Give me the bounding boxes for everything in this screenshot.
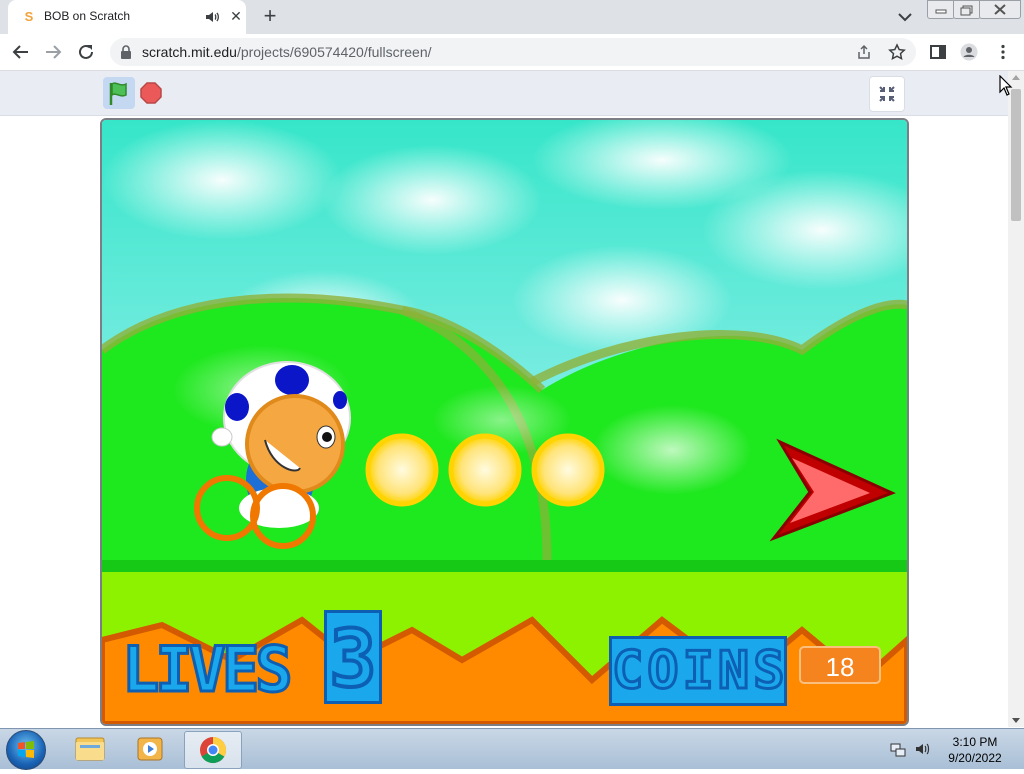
file-explorer-taskbar-button[interactable] — [62, 731, 118, 767]
chevron-down-icon[interactable] — [896, 9, 914, 25]
close-tab-icon[interactable]: ✕ — [228, 8, 244, 24]
coin — [448, 433, 522, 507]
folder-icon — [75, 737, 105, 761]
browser-tab[interactable]: S BOB on Scratch ✕ — [8, 0, 246, 34]
windows-start-icon[interactable] — [6, 730, 46, 770]
volume-icon[interactable] — [914, 741, 930, 757]
audio-playing-icon[interactable] — [204, 9, 220, 25]
bookmark-star-icon[interactable] — [888, 43, 906, 61]
scratch-fullscreen-page: LIVES 3 COINS 18 — [0, 71, 1008, 727]
clock-time: 3:10 PM — [952, 735, 998, 749]
cloud — [102, 120, 342, 240]
exit-fullscreen-icon — [879, 86, 895, 102]
media-player-taskbar-button[interactable] — [122, 731, 178, 767]
green-flag-button[interactable] — [103, 77, 135, 109]
reload-icon[interactable] — [77, 43, 95, 61]
tab-strip: S BOB on Scratch ✕ + — [0, 0, 1024, 34]
green-flag-icon — [109, 82, 127, 105]
close-window-button[interactable] — [979, 0, 1021, 19]
exit-fullscreen-button[interactable] — [869, 76, 905, 112]
more-menu-icon[interactable] — [994, 43, 1012, 61]
minimize-button[interactable] — [927, 0, 955, 19]
lives-counter: 3 — [324, 610, 382, 707]
share-icon[interactable] — [856, 44, 872, 60]
coin — [531, 433, 605, 507]
clock-date: 9/20/2022 — [948, 751, 1002, 765]
windows-taskbar: 3:10 PM 9/20/2022 — [0, 728, 1024, 770]
forward-arrow-icon[interactable] — [44, 43, 62, 61]
game-stage[interactable]: LIVES 3 COINS 18 — [100, 118, 909, 726]
restore-button[interactable] — [953, 0, 981, 19]
scratch-icon: S — [24, 9, 34, 24]
scroll-up-arrow-icon[interactable] — [1012, 75, 1020, 80]
mouse-cursor-icon — [999, 75, 1013, 96]
stop-sign-icon[interactable] — [140, 82, 162, 104]
chrome-icon — [200, 736, 227, 764]
address-bar[interactable]: scratch.mit.edu/projects/690574420/fulls… — [110, 38, 916, 66]
network-icon[interactable] — [890, 741, 906, 757]
lives-label: LIVES — [121, 632, 295, 708]
browser-toolbar: scratch.mit.edu/projects/690574420/fulls… — [0, 34, 1024, 71]
scroll-thumb[interactable] — [1011, 89, 1021, 221]
url-text: scratch.mit.edu/projects/690574420/fulls… — [142, 44, 432, 60]
coins-counter: 18 — [799, 646, 881, 684]
back-arrow-icon[interactable] — [12, 43, 30, 61]
new-tab-button[interactable]: + — [258, 5, 282, 29]
page-scrollbar[interactable] — [1008, 71, 1024, 727]
scroll-down-arrow-icon[interactable] — [1012, 718, 1020, 723]
profile-avatar-icon[interactable] — [960, 43, 978, 61]
coins-label: COINS — [609, 636, 787, 706]
media-player-icon — [137, 737, 163, 761]
coin — [365, 433, 439, 507]
side-panel-icon[interactable] — [929, 43, 947, 61]
stage-controls-bar — [0, 71, 1008, 116]
tab-title: BOB on Scratch — [44, 9, 131, 23]
system-clock[interactable]: 3:10 PM 9/20/2022 — [942, 734, 1008, 766]
cloud — [322, 145, 542, 255]
lock-icon[interactable] — [120, 45, 132, 59]
chrome-taskbar-button[interactable] — [184, 731, 242, 769]
